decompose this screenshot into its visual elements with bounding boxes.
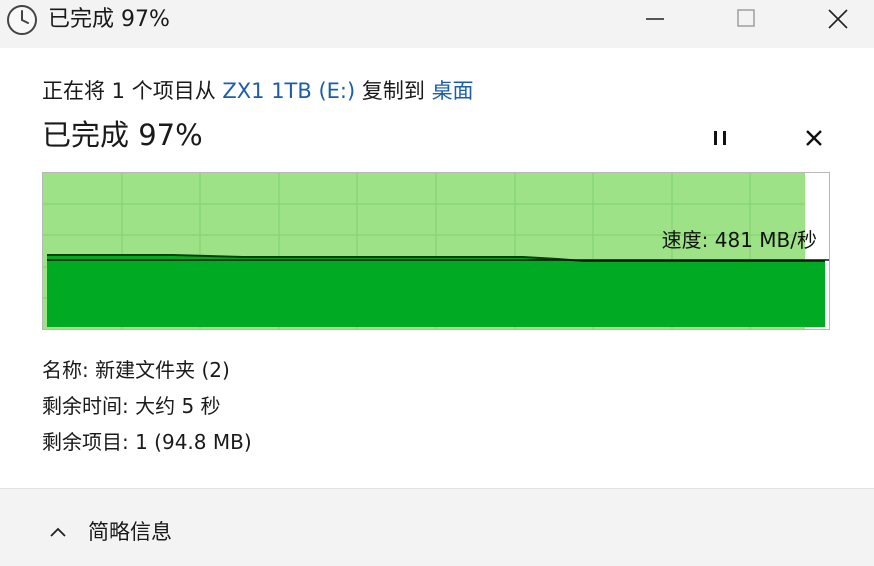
cancel-icon [806, 130, 822, 146]
transfer-details: 名称: 新建文件夹 (2) 剩余时间: 大约 5 秒 剩余项目: 1 (94.8… [42, 352, 252, 460]
maximize-icon [737, 9, 755, 27]
pause-icon [714, 131, 726, 145]
maximize-button[interactable] [716, 0, 774, 40]
window-title: 已完成 97% [48, 7, 170, 32]
source-link[interactable]: ZX1 1TB (E:) [222, 79, 355, 103]
clock-icon [6, 4, 38, 36]
speed-graph: 速度: 481 MB/秒 [42, 172, 830, 330]
copy-description: 正在将 1 个项目从 ZX1 1TB (E:) 复制到 桌面 [42, 76, 474, 106]
detail-items-left: 剩余项目: 1 (94.8 MB) [42, 430, 252, 454]
footer: 简略信息 [0, 489, 874, 566]
speed-label: 速度: 481 MB/秒 [661, 228, 817, 252]
minimize-button[interactable] [626, 0, 684, 40]
title-bar: 已完成 97% [0, 0, 874, 48]
destination-link[interactable]: 桌面 [432, 79, 474, 103]
progress-status: 已完成 97% [42, 118, 203, 152]
fewer-details-toggle[interactable]: 简略信息 [46, 517, 172, 547]
pause-button[interactable] [702, 120, 738, 156]
speed-fill-area [47, 255, 825, 327]
close-icon [828, 9, 848, 29]
fewer-details-label: 简略信息 [88, 520, 172, 544]
minimize-icon [646, 18, 664, 20]
copy-middle: 复制到 [355, 79, 432, 103]
detail-time-left: 剩余时间: 大约 5 秒 [42, 394, 221, 418]
copy-prefix: 正在将 1 个项目从 [42, 79, 223, 103]
chevron-up-icon [50, 527, 66, 537]
close-window-button[interactable] [808, 0, 866, 40]
cancel-button[interactable] [796, 120, 832, 156]
detail-name: 名称: 新建文件夹 (2) [42, 358, 230, 382]
